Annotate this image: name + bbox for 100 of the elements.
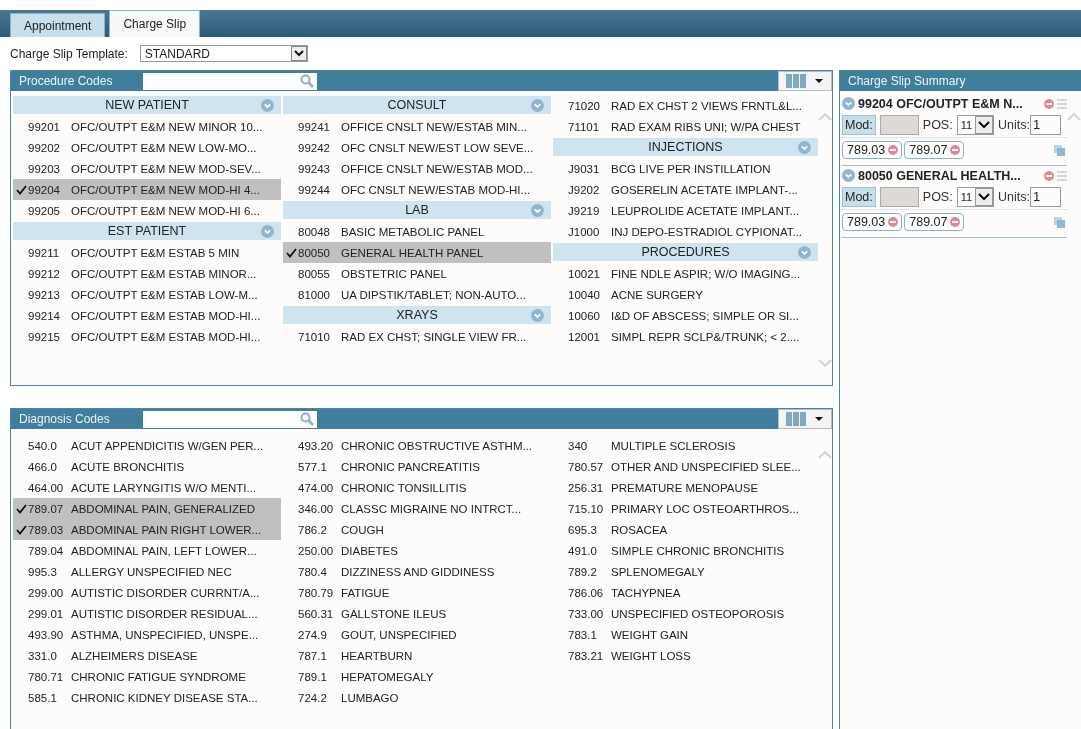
code-row[interactable]: J9219 LEUPROLIDE ACETATE IMPLANT...	[553, 200, 818, 221]
group-header[interactable]: PROCEDURES	[553, 243, 818, 261]
code-row[interactable]: 540.0 ACUT APPENDICITIS W/GEN PER...	[13, 435, 281, 456]
search-field[interactable]	[143, 410, 317, 428]
code-row[interactable]: 340 MULTIPLE SCLEROSIS	[553, 435, 818, 456]
code-row[interactable]: 99212 OFC/OUTPT E&M ESTAB MINOR...	[13, 263, 281, 284]
tab[interactable]: Charge Slip	[109, 10, 201, 37]
group-header[interactable]: LAB	[283, 201, 551, 219]
code-row[interactable]: 99214 OFC/OUTPT E&M ESTAB MOD-HI...	[13, 305, 281, 326]
pos-dropdown[interactable]: 11	[956, 187, 995, 207]
chevron-down-icon[interactable]	[261, 98, 274, 112]
code-row[interactable]: 780.71 CHRONIC FATIGUE SYNDROME	[13, 666, 281, 687]
code-row[interactable]: 99202 OFC/OUTPT E&M NEW LOW-MO...	[13, 137, 281, 158]
code-row[interactable]: 12001 SIMPL REPR SCLP&/TRUNK; < 2....	[553, 326, 818, 347]
code-row[interactable]: 491.0 SIMPLE CHRONIC BRONCHITIS	[553, 540, 818, 561]
code-row[interactable]: 995.3 ALLERGY UNSPECIFIED NEC	[13, 561, 281, 582]
units-field[interactable]: 1	[1030, 115, 1062, 135]
code-row[interactable]: 250.00 DIABETES	[283, 540, 551, 561]
code-row[interactable]: 786.2 COUGH	[283, 519, 551, 540]
remove-icon[interactable]	[950, 217, 961, 227]
units-field[interactable]: 1	[1030, 187, 1062, 207]
remove-icon[interactable]	[888, 145, 899, 155]
chevron-down-icon[interactable]	[261, 224, 274, 238]
code-row[interactable]: 724.2 LUMBAGO	[283, 687, 551, 708]
code-row[interactable]: 299.01 AUTISTIC DISORDER RESIDUAL...	[13, 603, 281, 624]
code-row[interactable]: 789.2 SPLENOMEGALY	[553, 561, 818, 582]
code-row[interactable]: 99244 OFC CNSLT NEW/ESTAB MOD-HI...	[283, 179, 551, 200]
copy-icon[interactable]	[1054, 144, 1065, 156]
chevron-down-icon[interactable]	[531, 98, 544, 112]
code-row[interactable]: 10021 FINE NDLE ASPIR; W/O IMAGING...	[553, 263, 818, 284]
code-row[interactable]: 99203 OFC/OUTPT E&M NEW MOD-SEV...	[13, 158, 281, 179]
group-header[interactable]: INJECTIONS	[553, 138, 818, 156]
code-row[interactable]: 695.3 ROSACEA	[553, 519, 818, 540]
code-row[interactable]: 331.0 ALZHEIMERS DISEASE	[13, 645, 281, 666]
code-row[interactable]: 71010 RAD EX CHST; SINGLE VIEW FR...	[283, 326, 551, 347]
code-row[interactable]: 780.4 DIZZINESS AND GIDDINESS	[283, 561, 551, 582]
chevron-down-icon[interactable]	[798, 245, 811, 259]
pos-dropdown[interactable]: 11	[956, 115, 995, 135]
code-row[interactable]: 577.1 CHRONIC PANCREATITIS	[283, 456, 551, 477]
remove-icon[interactable]	[888, 217, 899, 227]
copy-icon[interactable]	[1054, 216, 1065, 228]
scroll-down-icon[interactable]	[818, 359, 832, 367]
code-row[interactable]: 81000 UA DIPSTIK/TABLET; NON-AUTO...	[283, 284, 551, 305]
group-header[interactable]: NEW PATIENT	[13, 96, 281, 114]
code-row[interactable]: 733.00 UNSPECIFIED OSTEOPOROSIS	[553, 603, 818, 624]
code-row[interactable]: 274.9 GOUT, UNSPECIFIED	[283, 624, 551, 645]
code-row[interactable]: 99211 OFC/OUTPT E&M ESTAB 5 MIN	[13, 242, 281, 263]
code-row[interactable]: J1000 INJ DEPO-ESTRADIOL CYPIONAT...	[553, 221, 818, 242]
template-dropdown[interactable]: STANDARD	[139, 45, 308, 62]
remove-icon[interactable]	[950, 145, 961, 155]
group-header[interactable]: EST PATIENT	[13, 222, 281, 240]
diagnosis-tag[interactable]: 789.03	[842, 213, 903, 231]
search-field[interactable]	[143, 72, 317, 90]
code-row[interactable]: 99205 OFC/OUTPT E&M NEW MOD-HI 6...	[13, 200, 281, 221]
group-header[interactable]: XRAYS	[283, 306, 551, 324]
modifier-field[interactable]	[879, 115, 919, 135]
code-row[interactable]: 256.31 PREMATURE MENOPAUSE	[553, 477, 818, 498]
code-row[interactable]: 99201 OFC/OUTPT E&M NEW MINOR 10...	[13, 116, 281, 137]
code-row[interactable]: 99215 OFC/OUTPT E&M ESTAB MOD-HI...	[13, 326, 281, 347]
column-layout-button[interactable]	[778, 71, 832, 91]
code-row[interactable]: 493.90 ASTHMA, UNSPECIFIED, UNSPE...	[13, 624, 281, 645]
drag-handle-icon[interactable]	[1057, 169, 1067, 182]
code-row[interactable]: 780.57 OTHER AND UNSPECIFIED SLEE...	[553, 456, 818, 477]
tab[interactable]: Appointment	[10, 13, 106, 37]
group-header[interactable]: CONSULT	[283, 96, 551, 114]
code-row[interactable]: 780.79 FATIGUE	[283, 582, 551, 603]
diagnosis-tag[interactable]: 789.03	[842, 141, 903, 159]
chevron-down-icon[interactable]	[531, 308, 544, 322]
chevron-down-icon[interactable]	[531, 203, 544, 217]
code-row[interactable]: 99204 OFC/OUTPT E&M NEW MOD-HI 4...	[13, 179, 281, 200]
modifier-field[interactable]	[879, 187, 919, 207]
diagnosis-tag[interactable]: 789.07	[904, 213, 965, 231]
code-row[interactable]: 71101 RAD EXAM RIBS UNI; W/PA CHEST	[553, 116, 818, 137]
code-row[interactable]: 787.1 HEARTBURN	[283, 645, 551, 666]
remove-icon[interactable]	[1044, 170, 1054, 181]
code-row[interactable]: 715.10 PRIMARY LOC OSTEOARTHROS...	[553, 498, 818, 519]
column-layout-button[interactable]	[778, 409, 832, 429]
code-row[interactable]: 783.21 WEIGHT LOSS	[553, 645, 818, 666]
scroll-up-icon[interactable]	[1067, 113, 1081, 121]
code-row[interactable]: 346.00 CLASSC MIGRAINE NO INTRCT...	[283, 498, 551, 519]
drag-handle-icon[interactable]	[1057, 97, 1067, 110]
code-row[interactable]: 560.31 GALLSTONE ILEUS	[283, 603, 551, 624]
scroll-up-icon[interactable]	[818, 451, 832, 459]
remove-icon[interactable]	[1044, 98, 1054, 109]
code-row[interactable]: 466.0 ACUTE BRONCHITIS	[13, 456, 281, 477]
code-row[interactable]: 464.00 ACUTE LARYNGITIS W/O MENTI...	[13, 477, 281, 498]
code-row[interactable]: 80050 GENERAL HEALTH PANEL	[283, 242, 551, 263]
code-row[interactable]: 99213 OFC/OUTPT E&M ESTAB LOW-M...	[13, 284, 281, 305]
chevron-down-icon[interactable]	[798, 140, 811, 154]
code-row[interactable]: 80048 BASIC METABOLIC PANEL	[283, 221, 551, 242]
code-row[interactable]: 585.1 CHRONIC KIDNEY DISEASE STA...	[13, 687, 281, 708]
code-row[interactable]: 10060 I&D OF ABSCESS; SIMPLE OR SI...	[553, 305, 818, 326]
code-row[interactable]: 71020 RAD EX CHST 2 VIEWS FRNTL&L...	[553, 95, 818, 116]
chevron-down-icon[interactable]	[842, 169, 855, 182]
code-row[interactable]: 789.03 ABDOMINAL PAIN RIGHT LOWER...	[13, 519, 281, 540]
code-row[interactable]: 493.20 CHRONIC OBSTRUCTIVE ASTHM...	[283, 435, 551, 456]
code-row[interactable]: 474.00 CHRONIC TONSILLITIS	[283, 477, 551, 498]
code-row[interactable]: 786.06 TACHYPNEA	[553, 582, 818, 603]
code-row[interactable]: 789.04 ABDOMINAL PAIN, LEFT LOWER...	[13, 540, 281, 561]
code-row[interactable]: 789.07 ABDOMINAL PAIN, GENERALIZED	[13, 498, 281, 519]
